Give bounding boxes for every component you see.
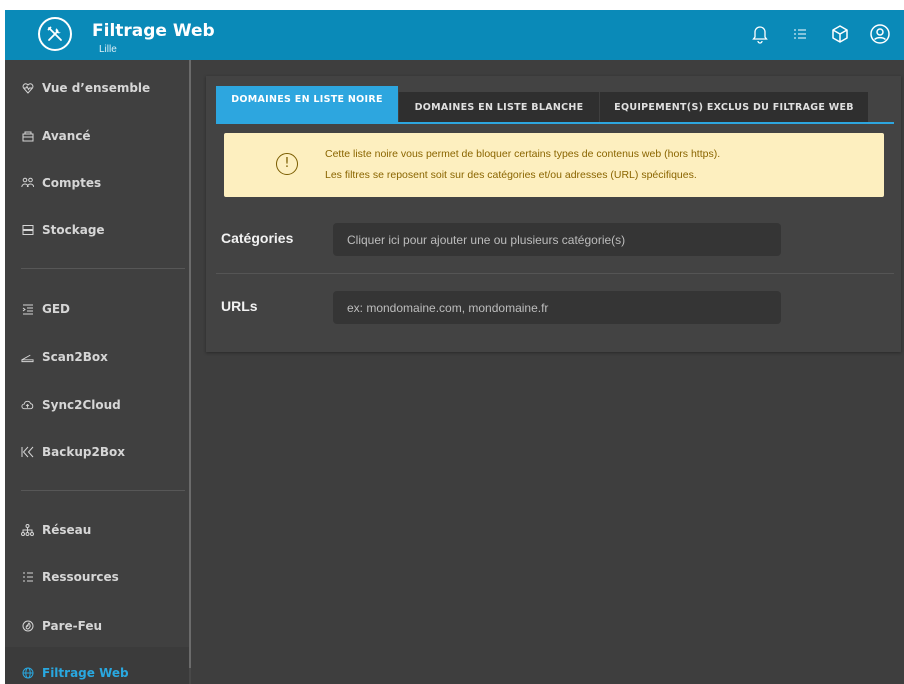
tab-underline: [216, 122, 894, 124]
sidebar-item-accounts[interactable]: Comptes: [21, 176, 101, 190]
sidebar-item-label: Réseau: [42, 523, 92, 537]
alert-text-line-1: Cette liste noire vous permet de bloquer…: [325, 148, 721, 160]
sidebar-item-label: Sync2Cloud: [42, 398, 121, 412]
sidebar-divider: [21, 490, 185, 491]
sidebar-item-network[interactable]: Réseau: [21, 523, 91, 537]
info-alert: ! Cette liste noire vous permet de bloqu…: [224, 133, 884, 197]
advanced-icon: [21, 130, 34, 143]
warning-icon: !: [276, 153, 298, 175]
cube-icon[interactable]: [829, 23, 851, 45]
filter-card: DOMAINES EN LISTE NOIRE DOMAINES EN LIST…: [206, 76, 901, 352]
scan-icon: [21, 351, 34, 364]
sidebar-item-scan2box[interactable]: Scan2Box: [21, 350, 108, 364]
tab-label: DOMAINES EN LISTE NOIRE: [231, 94, 383, 105]
sidebar-divider: [21, 268, 185, 269]
sidebar-item-label: Scan2Box: [42, 350, 108, 364]
sidebar-item-filtrage-web[interactable]: Filtrage Web: [21, 666, 129, 680]
tab-blacklist[interactable]: DOMAINES EN LISTE NOIRE: [216, 86, 398, 122]
sidebar-item-sync2cloud[interactable]: Sync2Cloud: [21, 398, 121, 412]
app-window: Filtrage Web Lille Vue d’ensemble Avancé…: [0, 0, 904, 684]
top-bar: Filtrage Web Lille: [5, 10, 904, 60]
globe-icon: [21, 667, 34, 680]
resources-icon: [21, 571, 34, 584]
alert-text-line-2: Les filtres se reposent soit sur des cat…: [325, 169, 697, 181]
tools-logo-icon[interactable]: [38, 17, 72, 51]
sidebar-item-label: Vue d’ensemble: [42, 81, 151, 95]
categories-label: Catégories: [221, 230, 294, 246]
tab-label: DOMAINES EN LISTE BLANCHE: [414, 102, 584, 113]
sidebar-item-label: Avancé: [42, 129, 91, 143]
urls-field[interactable]: [333, 291, 781, 324]
sidebar-item-label: Ressources: [42, 570, 119, 584]
sidebar-item-storage[interactable]: Stockage: [21, 223, 105, 237]
urls-label: URLs: [221, 298, 258, 314]
sidebar-item-label: GED: [42, 302, 71, 316]
categories-field[interactable]: [333, 223, 781, 256]
storage-icon: [21, 224, 34, 237]
sidebar: [5, 60, 189, 684]
row-divider: [216, 273, 894, 274]
sidebar-item-overview[interactable]: Vue d’ensemble: [21, 81, 150, 95]
sidebar-item-label: Backup2Box: [42, 445, 125, 459]
sidebar-item-backup2box[interactable]: Backup2Box: [21, 445, 125, 459]
sidebar-item-label: Filtrage Web: [42, 666, 129, 680]
backup-icon: [21, 446, 34, 459]
network-icon: [21, 524, 34, 537]
sidebar-item-resources[interactable]: Ressources: [21, 570, 119, 584]
tab-whitelist[interactable]: DOMAINES EN LISTE BLANCHE: [398, 92, 599, 123]
tab-bar: DOMAINES EN LISTE NOIRE DOMAINES EN LIST…: [216, 86, 868, 123]
sidebar-item-label: Comptes: [42, 176, 102, 190]
sidebar-item-advanced[interactable]: Avancé: [21, 129, 91, 143]
checklist-icon[interactable]: [789, 23, 811, 45]
overview-icon: [21, 82, 34, 95]
sidebar-item-ged[interactable]: GED: [21, 302, 70, 316]
main-content: DOMAINES EN LISTE NOIRE DOMAINES EN LIST…: [191, 60, 904, 684]
sidebar-item-label: Pare-Feu: [42, 619, 102, 633]
app-subtitle: Lille: [99, 44, 117, 55]
ged-icon: [21, 303, 34, 316]
categories-input[interactable]: [333, 223, 781, 256]
bell-icon[interactable]: [749, 23, 771, 45]
tab-excluded-devices[interactable]: EQUIPEMENT(S) EXCLUS DU FILTRAGE WEB: [599, 92, 868, 123]
tab-label: EQUIPEMENT(S) EXCLUS DU FILTRAGE WEB: [614, 102, 854, 113]
cloud-sync-icon: [21, 399, 34, 412]
accounts-icon: [21, 177, 34, 190]
account-icon[interactable]: [869, 23, 891, 45]
firewall-icon: [21, 620, 34, 633]
sidebar-item-label: Stockage: [42, 223, 105, 237]
app-title: Filtrage Web: [92, 21, 215, 41]
sidebar-item-firewall[interactable]: Pare-Feu: [21, 619, 102, 633]
urls-input[interactable]: [333, 291, 781, 324]
